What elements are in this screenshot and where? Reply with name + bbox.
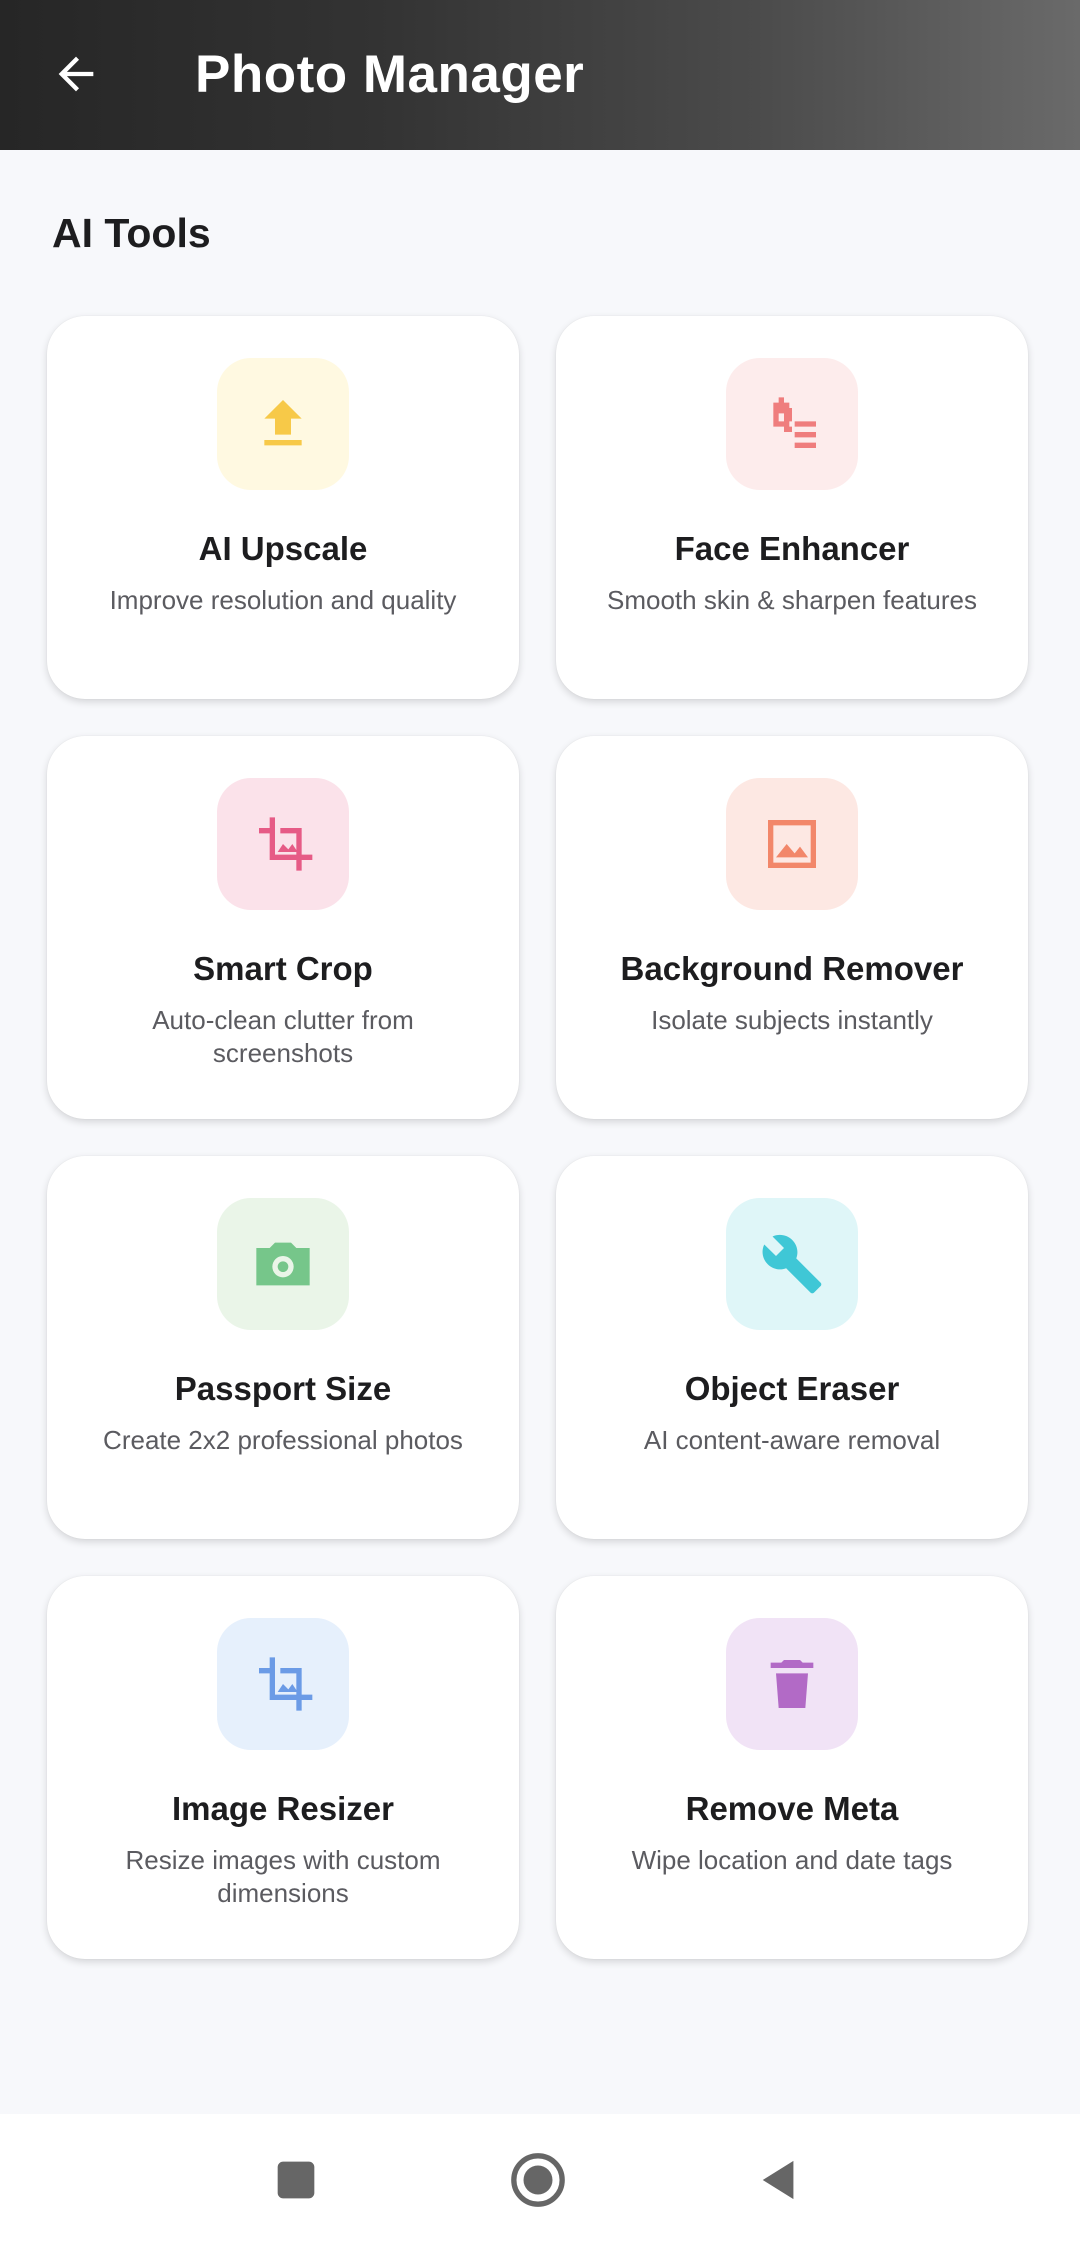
page-title: Photo Manager bbox=[195, 45, 585, 104]
tool-card-face-enhancer[interactable]: Face Enhancer Smooth skin & sharpen feat… bbox=[556, 316, 1028, 699]
tool-icon-box bbox=[217, 778, 349, 910]
tool-description: Smooth skin & sharpen features bbox=[607, 585, 977, 615]
upload-icon bbox=[264, 400, 302, 446]
tool-card-object-eraser[interactable]: Object Eraser AI content-aware removal bbox=[556, 1156, 1028, 1539]
camera-icon bbox=[256, 1242, 310, 1286]
recents-button[interactable] bbox=[258, 2142, 334, 2218]
tool-icon-box bbox=[726, 1618, 858, 1750]
tool-icon-box bbox=[217, 1198, 349, 1330]
tool-icon-box bbox=[726, 778, 858, 910]
tool-description: Auto-clean clutter from screenshots bbox=[152, 1005, 414, 1068]
system-nav-bar bbox=[0, 2114, 1080, 2244]
triangle-back-icon bbox=[762, 2160, 794, 2200]
tool-title: Face Enhancer bbox=[674, 530, 910, 567]
tool-title: Background Remover bbox=[620, 950, 964, 987]
tool-card-remove-meta[interactable]: Remove Meta Wipe location and date tags bbox=[556, 1576, 1028, 1959]
arrow-left-icon bbox=[58, 56, 94, 92]
circle-home-icon bbox=[511, 2153, 565, 2207]
tool-icon-box bbox=[217, 1618, 349, 1750]
tool-title: Remove Meta bbox=[685, 1790, 899, 1827]
tool-icon-box bbox=[217, 358, 349, 490]
home-button[interactable] bbox=[500, 2142, 576, 2218]
tool-description: Create 2x2 professional photos bbox=[103, 1425, 463, 1455]
tool-description: Improve resolution and quality bbox=[109, 585, 457, 615]
system-back-button[interactable] bbox=[742, 2142, 818, 2218]
tool-card-background-remover[interactable]: Background Remover Isolate subjects inst… bbox=[556, 736, 1028, 1119]
face-filter-icon bbox=[773, 397, 816, 448]
tool-icon-box bbox=[726, 1198, 858, 1330]
tool-card-passport-size[interactable]: Passport Size Create 2x2 professional ph… bbox=[47, 1156, 519, 1539]
app-bar: Photo Manager bbox=[0, 0, 1080, 150]
tool-icon-box bbox=[726, 358, 858, 490]
tool-title: Image Resizer bbox=[172, 1790, 394, 1827]
wrench-icon bbox=[762, 1234, 822, 1294]
tool-card-smart-crop[interactable]: Smart Crop Auto-clean clutter from scree… bbox=[47, 736, 519, 1119]
tools-grid: AI Upscale Improve resolution and qualit… bbox=[47, 316, 1031, 1959]
image-icon bbox=[768, 820, 816, 868]
crop-icon bbox=[259, 817, 313, 871]
tool-card-ai-upscale[interactable]: AI Upscale Improve resolution and qualit… bbox=[47, 316, 519, 699]
tool-card-image-resizer[interactable]: Image Resizer Resize images with custom … bbox=[47, 1576, 519, 1959]
tool-title: AI Upscale bbox=[198, 530, 368, 567]
tool-description: Isolate subjects instantly bbox=[651, 1005, 933, 1035]
crop-icon bbox=[259, 1657, 313, 1711]
tool-description: Resize images with custom dimensions bbox=[125, 1845, 441, 1908]
tool-title: Object Eraser bbox=[684, 1370, 900, 1407]
trash-icon bbox=[770, 1660, 814, 1708]
tool-description: Wipe location and date tags bbox=[631, 1845, 953, 1875]
section-title: AI Tools bbox=[52, 210, 211, 256]
square-icon bbox=[277, 2161, 315, 2199]
tool-description: AI content-aware removal bbox=[643, 1425, 941, 1455]
back-button[interactable] bbox=[40, 38, 112, 110]
tool-title: Passport Size bbox=[174, 1370, 392, 1407]
tool-title: Smart Crop bbox=[193, 950, 373, 987]
